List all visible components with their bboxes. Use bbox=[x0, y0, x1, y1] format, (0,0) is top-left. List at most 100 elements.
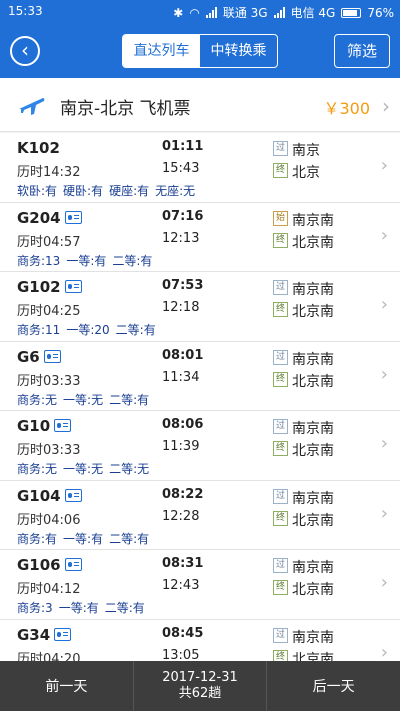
date-summary[interactable]: 2017-12-31 共62趟 bbox=[132, 661, 268, 711]
to-station: 北京南 bbox=[292, 582, 334, 598]
train-code: G104 bbox=[17, 487, 82, 505]
to-station-badge: 终 bbox=[273, 163, 288, 178]
to-station-badge: 终 bbox=[273, 371, 288, 387]
to-station-badge: 终 bbox=[273, 302, 288, 317]
train-number: G102 bbox=[17, 278, 61, 296]
train-row[interactable]: G34 历时04:20 08:45 13:05 过南京南终北京南 › bbox=[0, 619, 400, 662]
seat-availability: 商务:无 bbox=[17, 462, 58, 476]
status-time: 15:33 bbox=[8, 4, 43, 18]
seat-availability: 硬座:有 bbox=[109, 184, 150, 198]
seat-availability: 一等:无 bbox=[63, 462, 104, 476]
arrive-time: 12:28 bbox=[162, 508, 200, 524]
from-station: 南京南 bbox=[292, 560, 334, 576]
from-station-badge: 过 bbox=[273, 141, 288, 156]
depart-time: 08:01 bbox=[162, 347, 204, 363]
from-station-badge: 过 bbox=[273, 627, 288, 643]
arrive-time: 15:43 bbox=[162, 161, 200, 176]
seat-availability: 二等:有 bbox=[112, 253, 153, 268]
arrive-time: 12:43 bbox=[162, 578, 200, 593]
chevron-right-icon: › bbox=[380, 641, 388, 662]
id-card-icon bbox=[64, 558, 82, 571]
airplane-icon bbox=[19, 98, 45, 115]
prev-day-button[interactable]: 前一天 bbox=[0, 661, 133, 711]
from-station-badge: 过 bbox=[273, 280, 288, 295]
trip-duration: 历时14:32 bbox=[17, 165, 81, 180]
train-number: G10 bbox=[17, 417, 51, 435]
carrier-2: 电信 4G bbox=[290, 6, 336, 20]
seat-summary: 商务:3 一等:有 二等:有 bbox=[17, 599, 151, 616]
back-button[interactable]: ‹ bbox=[10, 36, 40, 66]
current-date: 2017-12-31 bbox=[162, 670, 238, 685]
tab-transfer[interactable]: 中转换乘 bbox=[200, 35, 277, 67]
train-code: G6 bbox=[17, 348, 61, 366]
to-station: 北京南 bbox=[292, 373, 334, 390]
bluetooth-icon: ✱ bbox=[173, 5, 184, 20]
arrive-time: 12:13 bbox=[162, 230, 200, 246]
battery-icon bbox=[341, 7, 362, 18]
chevron-right-icon: › bbox=[380, 155, 388, 176]
from-station: 南京南 bbox=[292, 351, 334, 368]
seat-availability: 商务:11 bbox=[17, 323, 61, 337]
to-station-badge: 终 bbox=[273, 580, 288, 595]
train-code: G106 bbox=[17, 556, 82, 574]
chevron-right-icon: › bbox=[380, 294, 388, 315]
flight-title: 南京-北京 飞机票 bbox=[60, 99, 191, 119]
flight-ticket-banner[interactable]: 南京-北京 飞机票 ￥300 › bbox=[0, 78, 400, 132]
arrive-time: 11:39 bbox=[162, 439, 200, 454]
seat-availability: 商务:3 bbox=[17, 601, 53, 615]
trip-duration: 历时04:57 bbox=[17, 234, 81, 250]
train-row[interactable]: G6 历时03:33 08:01 11:34 过南京南终北京南 商务:无 一等:无 二等:有 › bbox=[0, 341, 400, 411]
carrier-1: 联通 3G bbox=[222, 6, 268, 20]
battery-level: 76% bbox=[367, 5, 394, 20]
train-code: G34 bbox=[17, 626, 72, 644]
next-day-button[interactable]: 后一天 bbox=[267, 661, 400, 711]
seat-summary: 商务:11 一等:20 二等:有 bbox=[17, 321, 162, 338]
seat-summary: 软卧:有 硬卧:有 硬座:有 无座:无 bbox=[17, 182, 201, 199]
train-row[interactable]: K102 历时14:32 01:11 15:43 过南京终北京 软卧:有 硬卧:有 硬座:有无… bbox=[0, 133, 400, 203]
to-station-badge: 终 bbox=[273, 441, 288, 456]
train-row[interactable]: G106 历时04:12 08:31 12:43 过南京南终北京南 商务:3 一等:有 二等:… bbox=[0, 550, 400, 620]
status-icons: ✱ ◠ 联通 3G 电信 4G 76% bbox=[173, 4, 394, 21]
id-card-icon bbox=[54, 419, 72, 432]
train-number: G6 bbox=[17, 347, 40, 366]
seat-availability: 二等:有 bbox=[115, 323, 156, 337]
filter-button[interactable]: 筛选 bbox=[334, 34, 390, 68]
seat-availability: 二等:无 bbox=[109, 462, 150, 476]
status-bar: 15:33 ✱ ◠ 联通 3G 电信 4G 76% bbox=[0, 0, 400, 24]
trip-duration: 历时04:25 bbox=[17, 304, 81, 319]
date-nav-bar: 前一天 2017-12-31 共62趟 后一天 bbox=[0, 661, 400, 711]
train-code: K102 bbox=[17, 139, 60, 157]
mode-switch: 直达列车 中转换乘 bbox=[122, 34, 278, 68]
seat-availability: 商务:13 bbox=[17, 253, 61, 268]
depart-time: 08:06 bbox=[162, 417, 204, 432]
seat-availability: 二等:有 bbox=[109, 392, 150, 407]
trip-duration: 历时04:06 bbox=[17, 512, 81, 528]
signal-icon bbox=[205, 7, 217, 18]
back-arrow-icon: ‹ bbox=[21, 38, 29, 62]
chevron-right-icon: › bbox=[380, 433, 388, 454]
from-station: 南京 bbox=[292, 143, 320, 159]
seat-availability: 软卧:有 bbox=[17, 184, 58, 198]
trip-duration: 历时03:33 bbox=[17, 443, 81, 458]
depart-time: 01:11 bbox=[162, 139, 204, 154]
train-row[interactable]: G204 历时04:57 07:16 12:13 始南京南终北京南 商务:13 一等:有 二等… bbox=[0, 202, 400, 272]
train-row[interactable]: G102 历时04:25 07:53 12:18 过南京南终北京南 商务:11 一等:20 二… bbox=[0, 272, 400, 342]
from-station-badge: 过 bbox=[273, 349, 288, 365]
tab-direct-trains[interactable]: 直达列车 bbox=[123, 35, 200, 67]
to-station-badge: 终 bbox=[273, 232, 288, 248]
app-header: ‹ 直达列车 中转换乘 筛选 bbox=[0, 24, 400, 78]
chevron-right-icon: › bbox=[380, 502, 388, 524]
train-row[interactable]: G10 历时03:33 08:06 11:39 过南京南终北京南 商务:无 一等:无 二等:无… bbox=[0, 411, 400, 481]
trip-duration: 历时03:33 bbox=[17, 373, 81, 389]
train-list[interactable]: K102 历时14:32 01:11 15:43 过南京终北京 软卧:有 硬卧:有 硬座:有无… bbox=[0, 133, 400, 661]
seat-availability: 无座:无 bbox=[155, 184, 196, 198]
seat-availability: 一等:有 bbox=[58, 601, 99, 615]
train-row[interactable]: G104 历时04:06 08:22 12:28 过南京南终北京南 商务:有 一等:有 二等:… bbox=[0, 480, 400, 550]
id-card-icon bbox=[64, 210, 82, 224]
depart-time: 08:22 bbox=[162, 486, 204, 502]
train-code: G10 bbox=[17, 417, 72, 435]
arrive-time: 12:18 bbox=[162, 300, 200, 315]
signal-icon bbox=[273, 7, 285, 18]
wifi-icon: ◠ bbox=[189, 5, 200, 20]
train-number: G104 bbox=[17, 486, 61, 505]
